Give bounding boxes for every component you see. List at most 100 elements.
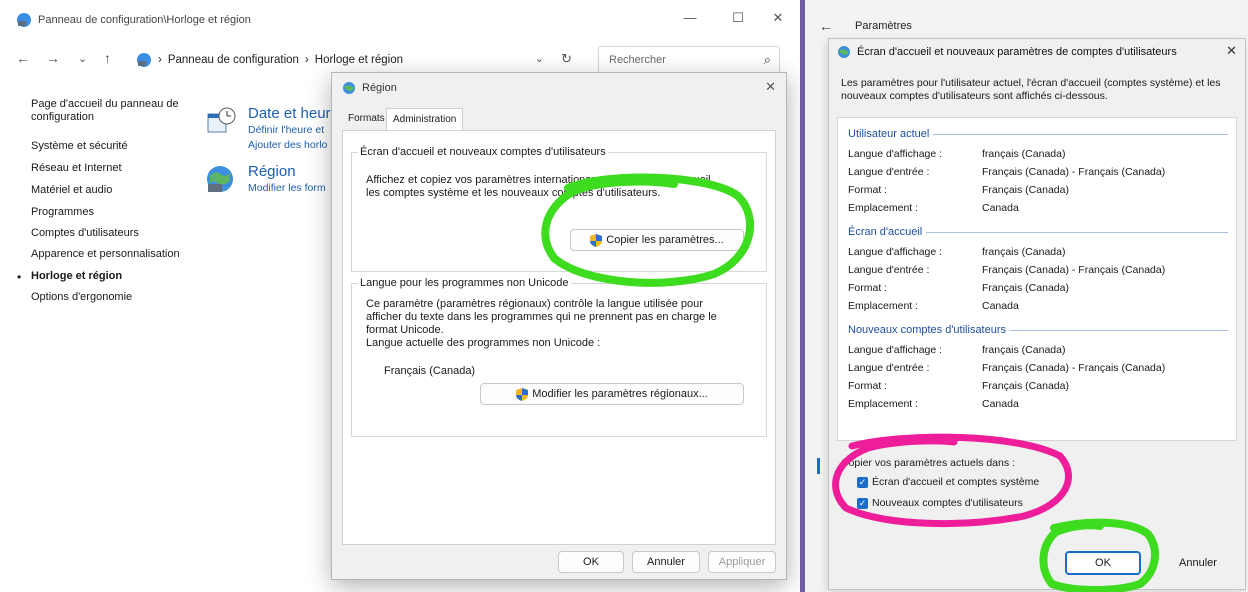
section-heading-welcome-screen: Écran d'accueil <box>848 226 1228 238</box>
region-cancel-button[interactable]: Annuler <box>632 551 700 573</box>
setting-row: Langue d'affichage : français (Canada) <box>848 344 1065 356</box>
checkbox-label: Nouveaux comptes d'utilisateurs <box>872 497 1023 509</box>
setting-value: français (Canada) <box>982 246 1066 258</box>
close-icon[interactable]: ✕ <box>1226 43 1237 59</box>
address-box[interactable]: › Panneau de configuration › Horloge et … <box>128 46 588 74</box>
setting-row: Langue d'affichage : français (Canada) <box>848 148 1065 160</box>
setting-row: Langue d'entrée : Français (Canada) - Fra… <box>848 166 1165 178</box>
change-system-locale-button[interactable]: Modifier les paramètres régionaux... <box>480 383 744 405</box>
setting-key: Langue d'entrée : <box>848 362 930 374</box>
setting-key: Langue d'entrée : <box>848 264 930 276</box>
setting-row: Langue d'entrée : Français (Canada) - Fra… <box>848 362 1165 374</box>
back-arrow-icon[interactable]: ← <box>16 50 30 66</box>
setting-value: Français (Canada) <box>982 380 1069 392</box>
group-legend: Langue pour les programmes non Unicode <box>358 277 571 289</box>
group-description: Ce paramètre (paramètres régionaux) cont… <box>366 298 717 350</box>
forward-arrow-icon[interactable]: → <box>46 50 60 66</box>
copy-settings-label: Copier vos paramètres actuels dans : <box>841 457 1015 469</box>
close-icon[interactable]: ✕ <box>768 10 788 26</box>
tab-administration[interactable]: Administration <box>386 108 464 131</box>
category-title-datetime[interactable]: Date et heure <box>248 105 339 122</box>
minimize-icon[interactable]: — <box>680 10 700 25</box>
setting-value: Canada <box>982 202 1019 214</box>
globe-icon <box>838 46 850 58</box>
breadcrumb-item[interactable]: Panneau de configuration <box>168 54 299 66</box>
region-apply-button[interactable]: Appliquer <box>708 551 776 573</box>
setting-key: Format : <box>848 380 888 392</box>
text-line: nouveaux comptes d'utilisateurs sont aff… <box>841 90 1108 102</box>
breadcrumb-separator-icon: › <box>304 54 309 66</box>
checkbox-checked-icon[interactable]: ✓ <box>857 497 868 509</box>
close-icon[interactable]: ✕ <box>765 79 776 95</box>
setting-value: français (Canada) <box>982 148 1066 160</box>
control-panel-icon <box>137 53 151 67</box>
sidebar-item-home[interactable]: Page d'accueil du panneau de configurati… <box>31 98 179 124</box>
text-line: Ce paramètre (paramètres régionaux) cont… <box>366 298 703 310</box>
region-ok-button[interactable]: OK <box>558 551 624 573</box>
welcome-ok-button[interactable]: OK <box>1065 551 1141 575</box>
welcome-cancel-button[interactable]: Annuler <box>1155 551 1241 575</box>
category-link[interactable]: Ajouter des horlo <box>248 139 327 151</box>
settings-summary-panel: Utilisateur actuel Langue d'affichage : f… <box>837 117 1237 441</box>
section-heading-label: Nouveaux comptes d'utilisateurs <box>848 324 1007 336</box>
button-label: Modifier les paramètres régionaux... <box>532 388 708 400</box>
selection-accent <box>817 458 820 474</box>
setting-value: français (Canada) <box>982 344 1066 356</box>
uac-shield-icon <box>590 233 603 247</box>
setting-value: Français (Canada) - Français (Canada) <box>982 264 1166 276</box>
search-icon[interactable]: ⌕ <box>764 52 771 68</box>
setting-key: Emplacement : <box>848 300 919 312</box>
sidebar-item-appearance[interactable]: Apparence et personnalisation <box>31 248 180 261</box>
search-input[interactable]: Rechercher ⌕ <box>598 46 780 74</box>
checkbox-welcome-screen[interactable]: ✓ Écran d'accueil et comptes système <box>857 476 1039 488</box>
sidebar-item-network[interactable]: Réseau et Internet <box>31 162 122 175</box>
tab-page-administration: Écran d'accueil et nouveaux comptes d'ut… <box>342 130 776 545</box>
uac-shield-icon <box>516 387 529 401</box>
group-legend: Écran d'accueil et nouveaux comptes d'ut… <box>358 146 608 158</box>
text-line: format Unicode. <box>366 324 444 336</box>
setting-row: Emplacement : Canada <box>848 398 1019 410</box>
control-panel-titlebar: Panneau de configuration\Horloge et régi… <box>16 10 251 30</box>
setting-value: Canada <box>982 398 1019 410</box>
sidebar-item-hardware[interactable]: Matériel et audio <box>31 184 112 197</box>
back-arrow-icon[interactable]: ← <box>819 18 833 34</box>
region-titlebar: Région <box>342 81 397 95</box>
category-link[interactable]: Définir l'heure et <box>248 124 324 136</box>
category-link[interactable]: Modifier les form <box>248 182 326 194</box>
region-dialog: Région ✕ Formats Administration Écran d'… <box>331 72 787 580</box>
section-heading-new-users: Nouveaux comptes d'utilisateurs <box>848 324 1228 336</box>
text-line: Les paramètres pour l'utilisateur actuel… <box>841 77 1221 89</box>
welcome-settings-dialog: Écran d'accueil et nouveaux paramètres d… <box>828 38 1246 590</box>
group-description: Affichez et copiez vos paramètres intern… <box>366 174 714 200</box>
checkbox-new-user-accounts[interactable]: ✓ Nouveaux comptes d'utilisateurs <box>857 497 1023 509</box>
section-heading-current-user: Utilisateur actuel <box>848 128 1228 140</box>
category-title-region[interactable]: Région <box>248 163 296 180</box>
globe-icon <box>343 82 355 94</box>
setting-row: Format : Français (Canada) <box>848 184 1069 196</box>
refresh-icon[interactable]: ↻ <box>561 51 572 67</box>
setting-row: Emplacement : Canada <box>848 202 1019 214</box>
up-arrow-icon[interactable]: ↑ <box>104 50 111 66</box>
setting-key: Format : <box>848 184 888 196</box>
setting-key: Langue d'affichage : <box>848 246 943 258</box>
setting-key: Langue d'affichage : <box>848 344 943 356</box>
checkbox-checked-icon[interactable]: ✓ <box>857 476 868 488</box>
sidebar-item-user-accounts[interactable]: Comptes d'utilisateurs <box>31 227 139 240</box>
sidebar-item-system-security[interactable]: Système et sécurité <box>31 140 128 153</box>
tab-formats[interactable]: Formats <box>342 108 391 130</box>
welcome-screen-group: Écran d'accueil et nouveaux comptes d'ut… <box>351 146 767 272</box>
setting-value: Français (Canada) <box>982 184 1069 196</box>
section-rule <box>1010 329 1228 331</box>
sidebar-item-ease-of-access[interactable]: Options d'ergonomie <box>31 291 132 304</box>
breadcrumb-item[interactable]: Horloge et région <box>315 54 403 66</box>
sidebar-item-programs[interactable]: Programmes <box>31 206 94 219</box>
window-title: Panneau de configuration\Horloge et régi… <box>38 14 251 26</box>
sidebar-item-clock-region[interactable]: Horloge et région <box>31 270 122 283</box>
copy-settings-button[interactable]: Copier les paramètres... <box>570 229 744 251</box>
maximize-icon[interactable]: ☐ <box>728 10 748 26</box>
text-line: Langue actuelle des programmes non Unico… <box>366 337 601 349</box>
setting-row: Format : Français (Canada) <box>848 380 1069 392</box>
recent-chevron-icon[interactable]: ⌄ <box>78 52 87 65</box>
dropdown-chevron-icon[interactable]: ⌄ <box>535 52 544 65</box>
setting-row: Emplacement : Canada <box>848 300 1019 312</box>
